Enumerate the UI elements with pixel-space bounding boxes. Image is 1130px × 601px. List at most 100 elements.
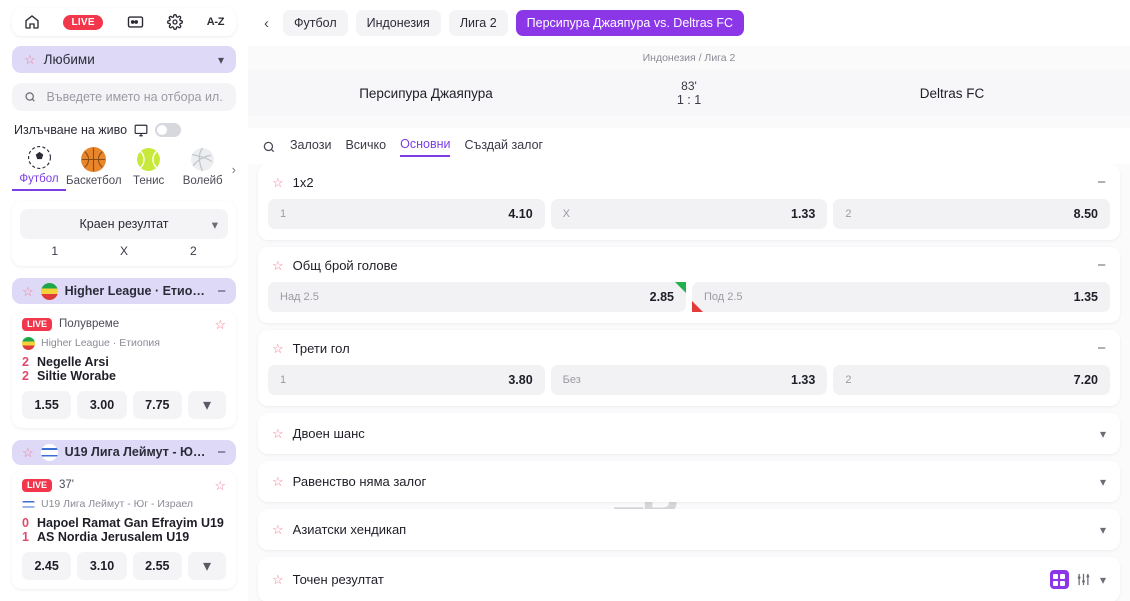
selection-1[interactable]: 1 4.10 xyxy=(268,199,545,229)
sports-next-arrow[interactable]: › xyxy=(232,162,236,191)
live-badge[interactable]: LIVE xyxy=(63,14,103,30)
search-input[interactable] xyxy=(46,90,224,105)
more-markets-button[interactable]: ▾ xyxy=(187,551,226,580)
star-icon[interactable]: ☆ xyxy=(272,176,284,189)
league-title: Higher League · Етиопия xyxy=(64,284,211,299)
selection-1[interactable]: 1 3.80 xyxy=(268,365,545,395)
match-header: Индонезия / Лига 2 Персипура Джаяпура 83… xyxy=(248,46,1130,128)
star-icon[interactable]: ☆ xyxy=(272,475,284,488)
market-select[interactable]: Краен резултат ▾ xyxy=(20,209,228,240)
star-icon[interactable]: ☆ xyxy=(272,573,284,586)
market-header[interactable]: ☆ Трети гол − xyxy=(258,330,1120,365)
basketball-icon xyxy=(81,147,107,173)
market-tabs: Залози Всичко Основни Създай залог xyxy=(248,128,1130,164)
market-header[interactable]: ☆ Азиатски хендикап ▾ xyxy=(258,509,1120,550)
star-icon[interactable]: ☆ xyxy=(22,446,34,459)
market-header[interactable]: ☆ Общ брой голове − xyxy=(258,247,1120,282)
sport-tab-volleyball[interactable]: Волейб xyxy=(176,147,230,191)
grid-view-icon[interactable] xyxy=(1049,570,1069,589)
collapse-icon[interactable]: − xyxy=(1097,258,1106,273)
chevron-down-icon[interactable]: ▾ xyxy=(1100,427,1106,441)
market-header[interactable]: ☆ 1x2 − xyxy=(258,164,1120,199)
search-box[interactable] xyxy=(12,83,236,112)
match-odds: 2.45 3.10 2.55 ▾ xyxy=(22,551,226,580)
match-card[interactable]: LIVE Полувреме ☆ Higher League · Етиопия… xyxy=(12,309,236,428)
match-status: 37' xyxy=(59,479,75,492)
selection-over[interactable]: Над 2.5 2.85 xyxy=(268,282,686,312)
selection-2[interactable]: 2 8.50 xyxy=(833,199,1111,229)
collapse-icon[interactable]: − xyxy=(1097,341,1106,356)
favorites-bar[interactable]: ☆ Любими ▾ xyxy=(12,46,236,74)
selection-label: X xyxy=(562,208,571,220)
chevron-down-icon[interactable]: ▾ xyxy=(1100,523,1106,537)
market-double-chance: ☆ Двоен шанс ▾ xyxy=(258,413,1120,454)
odd-button-x[interactable]: 3.10 xyxy=(77,551,127,580)
collapse-icon[interactable]: − xyxy=(217,283,226,300)
league-header-ethiopia[interactable]: ☆ Higher League · Етиопия − xyxy=(12,278,236,304)
selection-under[interactable]: Под 2.5 1.35 xyxy=(692,282,1110,312)
away-team-name: AS Nordia Jerusalem U19 xyxy=(37,529,190,544)
star-icon[interactable]: ☆ xyxy=(22,285,34,298)
odd-button-2[interactable]: 2.55 xyxy=(132,551,182,580)
selection-x[interactable]: X 1.33 xyxy=(550,199,828,229)
sidebar-toolbar: LIVE A-Z xyxy=(12,8,236,37)
sport-tab-basketball[interactable]: Баскетбол xyxy=(66,147,122,191)
market-selections: Над 2.5 2.85 Под 2.5 1.35 xyxy=(258,282,1120,323)
tab-all[interactable]: Всичко xyxy=(345,138,386,156)
search-icon[interactable] xyxy=(262,140,276,154)
home-team-name: Negelle Arsi xyxy=(37,354,109,369)
sliders-icon[interactable] xyxy=(1076,572,1091,587)
star-icon[interactable]: ☆ xyxy=(272,427,284,440)
star-icon[interactable]: ☆ xyxy=(272,259,284,272)
odd-button-1[interactable]: 1.55 xyxy=(22,390,72,419)
tab-main[interactable]: Основни xyxy=(400,137,451,157)
chevron-down-icon[interactable]: ▾ xyxy=(218,53,224,67)
market-header[interactable]: ☆ Равенство няма залог ▾ xyxy=(258,461,1120,502)
away-team-name: Siltie Worabe xyxy=(37,368,116,383)
match-card[interactable]: LIVE 37' ☆ U19 Лига Леймут - Юг - Израел… xyxy=(12,470,236,589)
betslip-icon[interactable] xyxy=(127,15,144,29)
az-sort-button[interactable]: A-Z xyxy=(207,16,225,28)
chevron-down-icon[interactable]: ▾ xyxy=(1100,475,1106,489)
star-icon[interactable]: ☆ xyxy=(272,523,284,536)
tab-create-bet[interactable]: Създай залог xyxy=(464,138,543,156)
selection-label: 2 xyxy=(845,208,852,220)
selection-none[interactable]: Без 1.33 xyxy=(550,365,828,395)
flag-israel-icon xyxy=(40,443,58,461)
star-icon[interactable]: ☆ xyxy=(272,342,284,355)
chevron-down-icon[interactable]: ▾ xyxy=(1100,573,1106,587)
home-icon[interactable] xyxy=(24,14,40,30)
market-title: Общ брой голове xyxy=(292,258,398,273)
league-header-u19[interactable]: ☆ U19 Лига Леймут - Юг · ... − xyxy=(12,439,236,465)
odd-button-x[interactable]: 3.00 xyxy=(77,390,127,419)
odd-button-1[interactable]: 2.45 xyxy=(22,551,72,580)
star-icon[interactable]: ☆ xyxy=(214,479,226,492)
selection-2[interactable]: 2 7.20 xyxy=(833,365,1111,395)
odd-button-2[interactable]: 7.75 xyxy=(132,390,182,419)
selection-odds: 1.35 xyxy=(1073,290,1098,304)
back-button[interactable]: ‹ xyxy=(258,15,275,32)
sport-tab-football[interactable]: Футбол xyxy=(12,145,67,192)
market-header[interactable]: ☆ Двоен шанс ▾ xyxy=(258,413,1120,454)
breadcrumb-match[interactable]: Персипура Джаяпура vs. Deltras FC xyxy=(515,10,745,36)
live-stream-toggle[interactable] xyxy=(155,123,182,138)
gear-icon[interactable] xyxy=(167,14,184,31)
selection-label: 1 xyxy=(280,374,287,386)
sport-tab-tennis[interactable]: Тенис xyxy=(122,147,176,191)
away-team-row: 1 AS Nordia Jerusalem U19 xyxy=(22,530,226,544)
breadcrumb-indonesia[interactable]: Индонезия xyxy=(355,10,441,36)
breadcrumb-liga2[interactable]: Лига 2 xyxy=(448,10,508,36)
col-header-1: 1 xyxy=(51,244,58,259)
breadcrumb-football[interactable]: Футбол xyxy=(283,10,348,36)
match-status-row: LIVE Полувреме ☆ xyxy=(22,317,226,331)
tab-bets[interactable]: Залози xyxy=(290,138,331,156)
market-header[interactable]: ☆ Точен резултат ▾ xyxy=(258,557,1120,601)
match-league-row: Higher League · Етиопия xyxy=(22,336,226,350)
match-odds: 1.55 3.00 7.75 ▾ xyxy=(22,390,226,419)
collapse-icon[interactable]: − xyxy=(217,444,226,461)
star-icon[interactable]: ☆ xyxy=(214,318,226,331)
more-markets-button[interactable]: ▾ xyxy=(187,390,226,419)
market-title: Точен резултат xyxy=(292,572,384,587)
app-root: LIVE A-Z ☆ Любими ▾ Въведете името на от… xyxy=(0,0,1130,601)
collapse-icon[interactable]: − xyxy=(1097,175,1106,190)
